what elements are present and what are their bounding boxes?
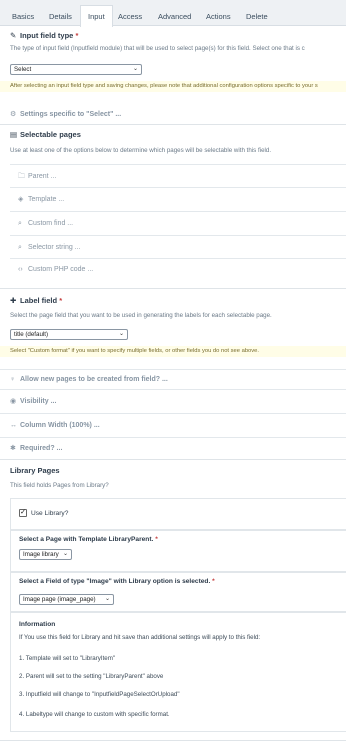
search-icon: ⌕ (18, 244, 22, 251)
allow-new-pages-toggle[interactable]: ♀ Allow new pages to be created from fiel… (0, 369, 346, 389)
required-mark: * (155, 536, 158, 543)
required-label: Required? ... (20, 445, 63, 452)
selectable-custom-find-toggle[interactable]: ⌕ Custom find ... (10, 211, 346, 235)
selectable-pages-title: Selectable pages (20, 130, 81, 139)
chevron-down-icon: ⌄ (104, 596, 110, 602)
visibility-label: Visibility ... (20, 398, 57, 405)
tab-input[interactable]: Input (80, 5, 113, 27)
asterisk-icon: ✱ (10, 445, 16, 452)
library-parent-title: Select a Page with Template LibraryParen… (19, 536, 154, 543)
required-mark: * (59, 296, 63, 305)
tab-access[interactable]: Access (110, 5, 150, 26)
settings-specific-label: Settings specific to "Select" ... (20, 111, 122, 118)
divider (0, 288, 346, 289)
tab-advanced[interactable]: Advanced (150, 5, 199, 26)
library-parent-select-value: Image library (23, 551, 59, 558)
selectable-template-toggle[interactable]: ◈ Template ... (10, 187, 346, 211)
required-mark: * (212, 578, 215, 585)
selectable-php-label: Custom PHP code ... (28, 266, 94, 273)
thumbtack-icon: ✚ (10, 296, 17, 305)
library-pages-title: Library Pages (10, 466, 60, 475)
divider (0, 459, 346, 460)
selectable-parent-toggle[interactable]: 🗀 Parent ... (10, 164, 346, 187)
lightbulb-icon: ♀ (10, 376, 16, 383)
library-information-title: Information (19, 621, 56, 628)
required-toggle[interactable]: ✱ Required? ... (0, 437, 346, 459)
required-mark: * (75, 31, 79, 40)
use-library-checkbox[interactable]: ✓ (19, 509, 27, 517)
eye-icon: ◉ (10, 398, 17, 405)
label-field-select[interactable]: title (default) ⌄ (10, 329, 128, 340)
visibility-toggle[interactable]: ◉ Visibility ... (0, 389, 346, 413)
use-library-label: Use Library? (31, 510, 69, 517)
input-field-type-title: Input field type (20, 31, 74, 40)
tab-actions[interactable]: Actions (198, 5, 239, 26)
list-icon: ▤ (10, 130, 18, 139)
input-field-type-description: The type of input field (Inputfield modu… (10, 45, 305, 52)
library-information-line: 4. Labeltype will change to custom with … (19, 711, 170, 718)
selectable-pages-description: Use at least one of the options below to… (10, 147, 272, 154)
plug-icon: ✎ (10, 31, 17, 40)
folder-icon: 🗀 (18, 173, 25, 180)
chevron-down-icon: ⌄ (118, 331, 124, 337)
input-field-type-heading: ✎ Input field type * (0, 31, 346, 40)
label-field-note: Select "Custom format" if you want to sp… (0, 346, 346, 357)
divider (0, 124, 346, 125)
code-icon: ‹› (18, 266, 23, 273)
selectable-parent-label: Parent ... (28, 173, 57, 180)
label-field-title: Label field (20, 296, 58, 305)
tab-bar: Basics Details Input Access Advanced Act… (0, 0, 346, 27)
library-parent-heading: Select a Page with Template LibraryParen… (19, 536, 339, 543)
library-pages-description: This field holds Pages from Library? (10, 482, 109, 489)
library-field-select-value: Image page (image_page) (23, 596, 96, 603)
search-plus-icon: ⌕ (18, 220, 22, 227)
library-field-heading: Select a Field of type "Image" with Libr… (19, 578, 339, 585)
tab-delete[interactable]: Delete (238, 5, 276, 26)
tab-basics[interactable]: Basics (4, 5, 42, 26)
input-field-type-select[interactable]: Select ⌄ (10, 64, 142, 75)
selectable-php-toggle[interactable]: ‹› Custom PHP code ... (10, 258, 346, 280)
cube-icon: ◈ (18, 196, 24, 203)
tab-details[interactable]: Details (41, 5, 80, 26)
label-field-select-value: title (default) (14, 331, 49, 338)
arrows-h-icon: ↔ (10, 422, 17, 429)
library-field-select[interactable]: Image page (image_page) ⌄ (19, 594, 114, 605)
library-parent-select[interactable]: Image library ⌄ (19, 549, 72, 560)
selectable-selector-label: Selector string ... (28, 244, 81, 251)
settings-specific-toggle[interactable]: ⚙ Settings specific to "Select" ... (0, 104, 346, 125)
library-information-line: 1. Template will set to "LibraryItem" (19, 655, 116, 662)
library-field-title: Select a Field of type "Image" with Libr… (19, 578, 211, 585)
selectable-selector-toggle[interactable]: ⌕ Selector string ... (10, 235, 346, 258)
divider (0, 740, 346, 741)
gear-icon: ⚙ (10, 111, 17, 118)
selectable-custom-find-label: Custom find ... (28, 220, 74, 227)
library-information-intro: If You use this field for Library and hi… (19, 634, 261, 641)
selectable-pages-heading: ▤ Selectable pages (0, 130, 346, 139)
chevron-down-icon: ⌄ (132, 66, 138, 72)
label-field-heading: ✚ Label field * (0, 296, 346, 305)
library-information-line: 2. Parent will set to the setting "Libra… (19, 673, 164, 680)
selectable-template-label: Template ... (28, 196, 65, 203)
input-field-type-select-value: Select (14, 66, 32, 73)
column-width-label: Column Width (100%) ... (20, 422, 100, 429)
input-field-type-note: After selecting an input field type and … (0, 81, 346, 92)
label-field-description: Select the page field that you want to b… (10, 312, 272, 319)
chevron-down-icon: ⌄ (62, 551, 68, 557)
column-width-toggle[interactable]: ↔ Column Width (100%) ... (0, 413, 346, 437)
allow-new-pages-label: Allow new pages to be created from field… (20, 376, 168, 383)
library-information-line: 3. Inputfield will change to "Inputfield… (19, 691, 180, 698)
